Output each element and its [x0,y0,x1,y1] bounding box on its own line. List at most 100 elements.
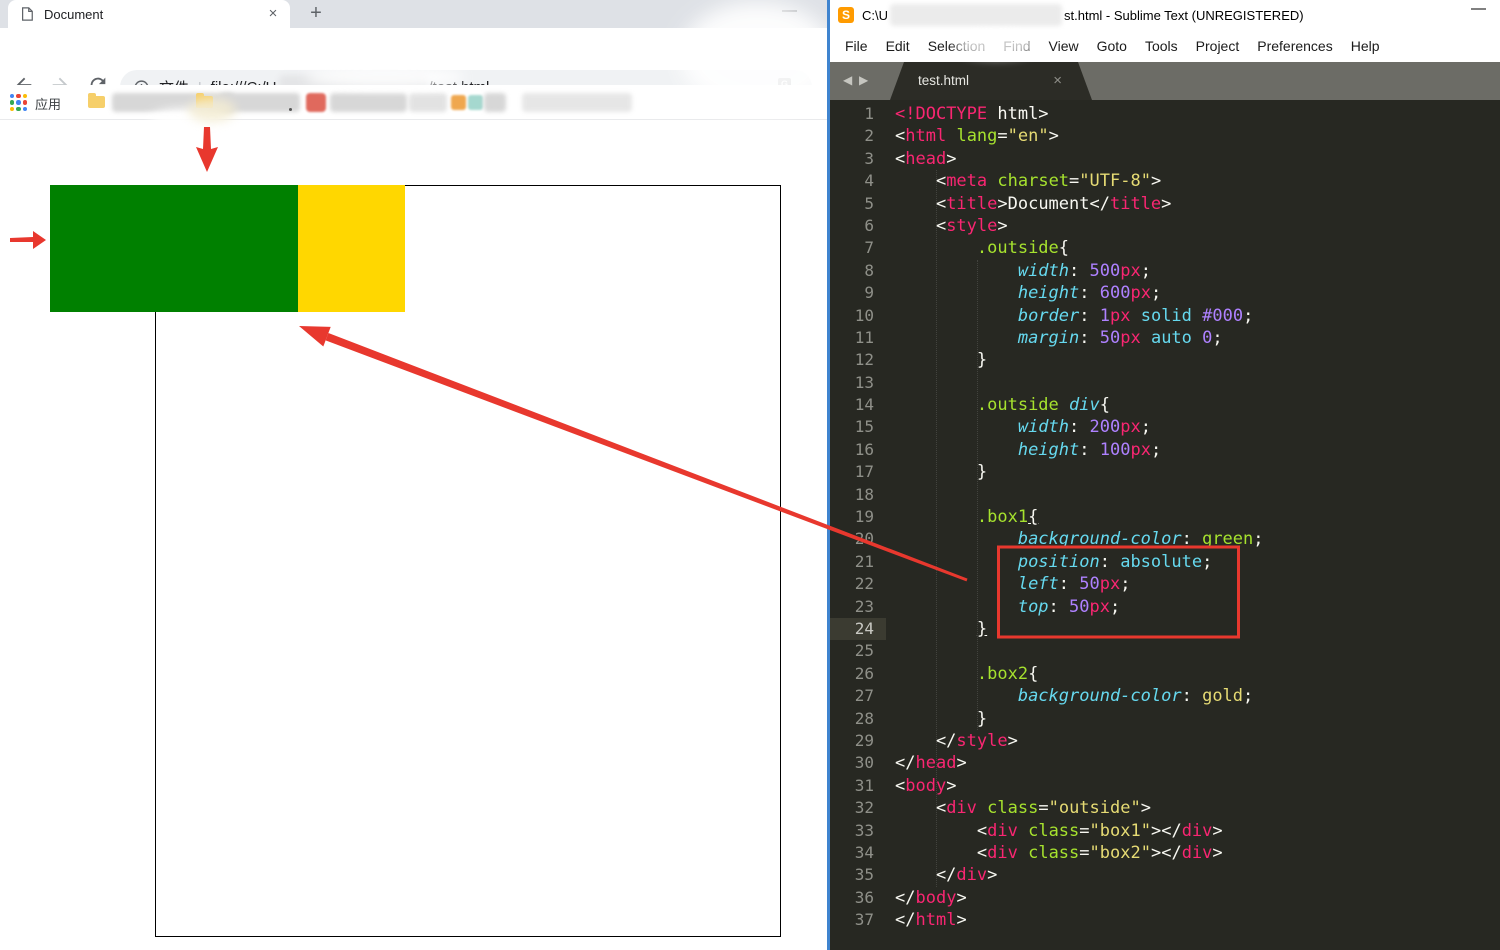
line-number[interactable]: 24 [830,618,886,640]
editor-tab[interactable]: test.html × [890,62,1092,100]
code-text[interactable]: border: 1px solid #000; [895,305,1253,327]
code-text[interactable]: <html lang="en"> [895,125,1059,147]
bookmark-item-blurred[interactable] [330,93,407,112]
code-line[interactable]: 6 <style> [830,215,1500,237]
code-line[interactable]: 20 background-color: green; [830,528,1500,550]
line-number[interactable]: 37 [830,909,886,931]
code-line[interactable]: 2<html lang="en"> [830,125,1500,147]
code-line[interactable]: 1 <!DOCTYPE html> [830,103,1500,125]
code-text[interactable]: .outside div{ [895,394,1110,416]
code-text[interactable]: .box1{ [895,506,1038,528]
line-number[interactable]: 18 [830,484,886,506]
line-number[interactable]: 20 [830,528,886,550]
line-number[interactable]: 23 [830,596,886,618]
menu-item-goto[interactable]: Goto [1088,38,1136,54]
code-text[interactable]: </style> [895,730,1018,752]
code-text[interactable]: height: 100px; [895,439,1161,461]
code-line[interactable]: 10 border: 1px solid #000; [830,305,1500,327]
tab-nav-back-icon[interactable]: ◀ [843,73,852,87]
code-text[interactable]: <head> [895,148,956,170]
line-number[interactable]: 8 [830,260,886,282]
code-line[interactable]: 17 } [830,461,1500,483]
code-text[interactable]: } [895,618,987,640]
line-number[interactable]: 9 [830,282,886,304]
code-line[interactable]: 30</head> [830,752,1500,774]
code-line[interactable]: 36 </body> [830,887,1500,909]
line-number[interactable]: 21 [830,551,886,573]
code-line[interactable]: 8 width: 500px; [830,260,1500,282]
code-text[interactable]: top: 50px; [895,596,1120,618]
code-text[interactable]: background-color: green; [895,528,1264,550]
code-text[interactable]: <style> [895,215,1008,237]
bookmark-teal-icon[interactable] [468,95,483,110]
code-line[interactable]: 4 <meta charset="UTF-8"> [830,170,1500,192]
bookmark-item-blurred[interactable] [409,93,447,112]
code-text[interactable]: } [895,708,987,730]
code-text[interactable]: } [895,461,987,483]
line-number[interactable]: 29 [830,730,886,752]
bookmark-item-blurred[interactable] [522,93,632,112]
code-line[interactable]: 37</html> [830,909,1500,931]
code-text[interactable]: margin: 50px auto 0; [895,327,1223,349]
line-number[interactable]: 1 [830,103,886,125]
bookmark-folder-icon[interactable] [88,96,105,108]
line-number[interactable]: 6 [830,215,886,237]
code-line[interactable]: 11 margin: 50px auto 0; [830,327,1500,349]
code-text[interactable]: </body> [895,887,967,909]
code-text[interactable]: <body> [895,775,956,797]
apps-label[interactable]: 应用 [35,94,61,113]
menu-item-view[interactable]: View [1040,38,1088,54]
line-number[interactable]: 5 [830,193,886,215]
code-line[interactable]: 27 background-color: gold; [830,685,1500,707]
code-line[interactable]: 35 </div> [830,864,1500,886]
code-line[interactable]: 9 height: 600px; [830,282,1500,304]
line-number[interactable]: 26 [830,663,886,685]
menu-item-edit[interactable]: Edit [877,38,919,54]
line-number[interactable]: 4 [830,170,886,192]
code-text[interactable]: <!DOCTYPE html> [895,103,1049,125]
code-line[interactable]: 22 left: 50px; [830,573,1500,595]
line-number[interactable]: 32 [830,797,886,819]
new-tab-button[interactable]: + [303,1,329,27]
line-number[interactable]: 17 [830,461,886,483]
code-area[interactable]: 1 <!DOCTYPE html>2<html lang="en">3 <head>… [830,100,1500,950]
browser-tab[interactable]: Document × [8,0,290,28]
code-text[interactable]: width: 500px; [895,260,1151,282]
code-text[interactable]: position: absolute; [895,551,1212,573]
line-number[interactable]: 31 [830,775,886,797]
line-number[interactable]: 22 [830,573,886,595]
code-text[interactable]: background-color: gold; [895,685,1253,707]
code-line[interactable]: 32 <div class="outside"> [830,797,1500,819]
code-line[interactable]: 34 <div class="box2"></div> [830,842,1500,864]
line-number[interactable]: 25 [830,640,886,662]
menu-item-preferences[interactable]: Preferences [1248,38,1341,54]
code-line[interactable]: 24 } [830,618,1500,640]
line-number[interactable]: 36 [830,887,886,909]
code-line[interactable]: 12 } [830,349,1500,371]
code-text[interactable]: .outside{ [895,237,1069,259]
code-line[interactable]: 7 .outside{ [830,237,1500,259]
code-line[interactable]: 5 <title>Document</title> [830,193,1500,215]
line-number[interactable]: 12 [830,349,886,371]
menu-item-file[interactable]: File [836,38,877,54]
line-number[interactable]: 3 [830,148,886,170]
code-line[interactable]: 25 [830,640,1500,662]
line-number[interactable]: 11 [830,327,886,349]
line-number[interactable]: 15 [830,416,886,438]
line-number[interactable]: 34 [830,842,886,864]
code-text[interactable]: <div class="box2"></div> [895,842,1223,864]
menu-item-help[interactable]: Help [1342,38,1389,54]
code-line[interactable]: 13 [830,372,1500,394]
code-line[interactable]: 31 <body> [830,775,1500,797]
code-text[interactable]: height: 600px; [895,282,1161,304]
code-text[interactable]: </div> [895,864,997,886]
menu-item-project[interactable]: Project [1187,38,1249,54]
code-text[interactable]: <div class="outside"> [895,797,1151,819]
apps-grid-icon[interactable] [10,94,27,111]
code-text[interactable]: } [895,349,987,371]
code-text[interactable]: .box2{ [895,663,1038,685]
code-text[interactable]: width: 200px; [895,416,1151,438]
code-text[interactable]: </head> [895,752,967,774]
tab-nav-forward-icon[interactable]: ▶ [859,73,868,87]
bookmark-item-blurred[interactable] [484,93,506,112]
